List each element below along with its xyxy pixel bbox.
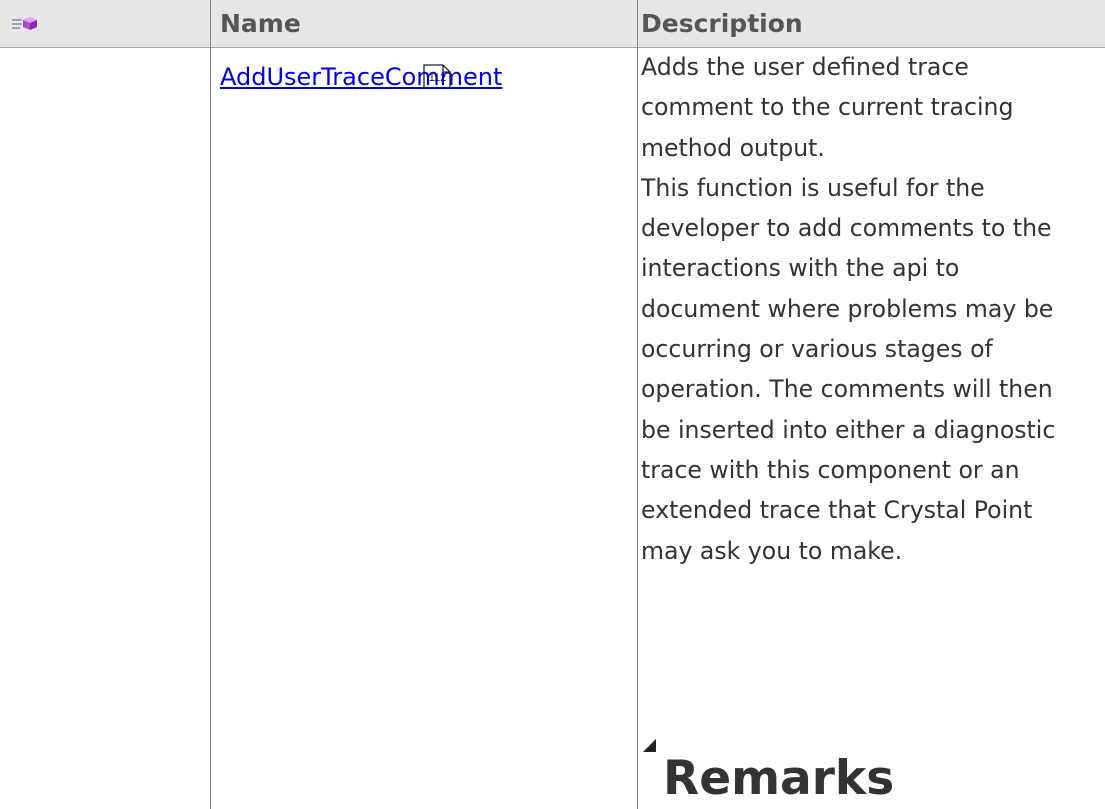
page-reference-number: 112 (428, 72, 447, 84)
column-divider-2 (637, 0, 638, 809)
description-line: comment to the current tracing (641, 93, 1014, 122)
column-header-description: Description (641, 9, 803, 38)
description-line: occurring or various stages of (641, 335, 993, 364)
table-header-row (0, 0, 1105, 48)
description-line: extended trace that Crystal Point (641, 496, 1033, 525)
description-line: This function is useful for the (641, 173, 985, 202)
add-user-trace-comment-link[interactable]: AddUserTraceComment (220, 61, 502, 93)
description-line: may ask you to make. (641, 536, 903, 565)
column-divider-1 (210, 0, 211, 809)
description-line: developer to add comments to the (641, 214, 1052, 243)
description-line: trace with this component or an (641, 455, 1020, 484)
expand-triangle-icon[interactable] (643, 739, 656, 752)
description-line: interactions with the api to (641, 254, 960, 283)
public-method-icon (12, 17, 37, 30)
column-header-name: Name (220, 9, 301, 38)
member-description: Adds the user defined trace comment to t… (641, 47, 1105, 571)
page-reference-badge[interactable]: 112 (423, 64, 452, 90)
remarks-heading: Remarks (663, 751, 895, 806)
description-line: Adds the user defined trace (641, 53, 969, 81)
description-line: operation. The comments will then (641, 375, 1053, 404)
description-line: be inserted into either a diagnostic (641, 415, 1056, 444)
description-line: method output. (641, 133, 825, 162)
description-line: document where problems may be (641, 294, 1054, 323)
